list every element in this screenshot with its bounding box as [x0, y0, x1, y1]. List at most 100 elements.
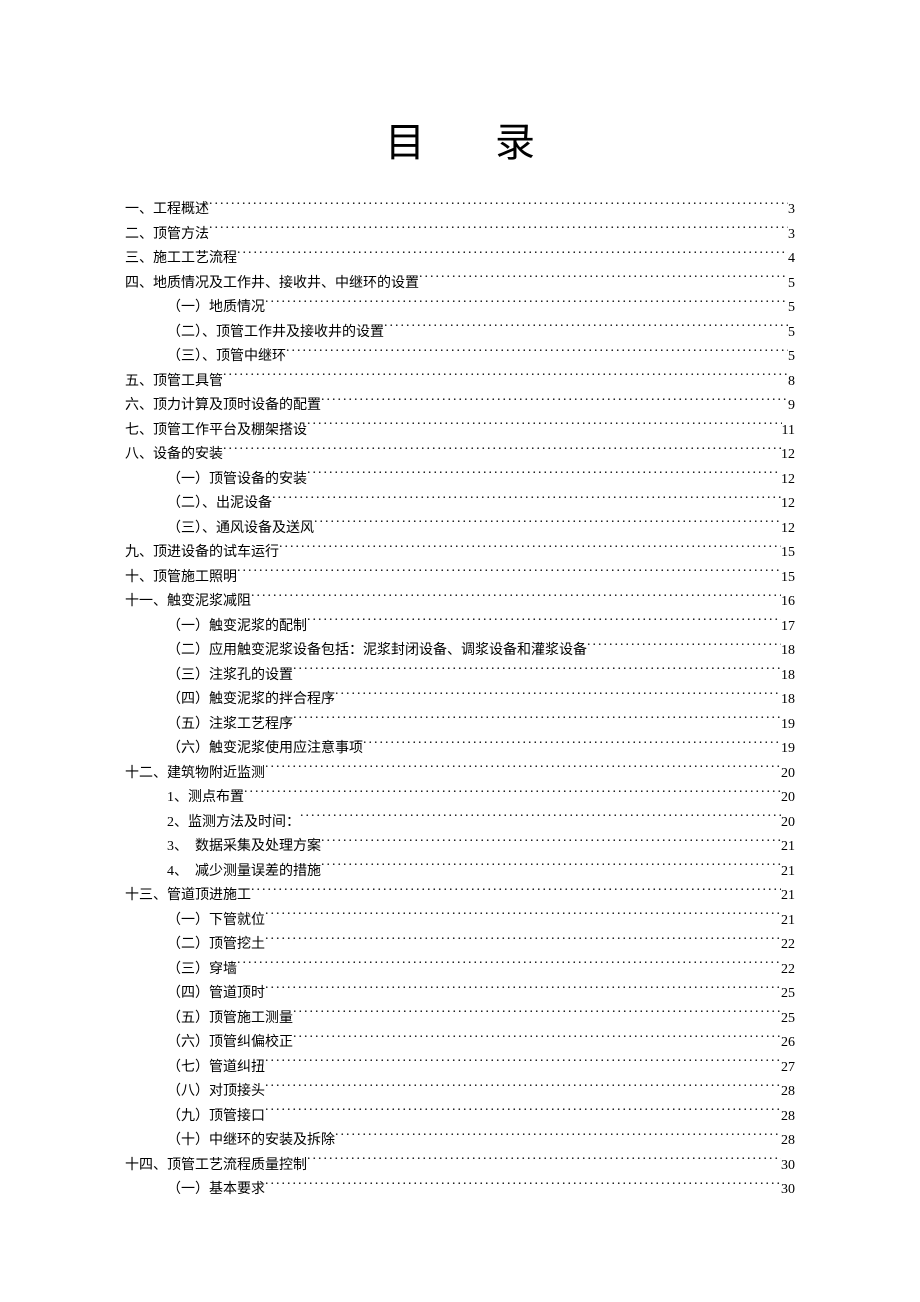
toc-entry-page: 25 [781, 982, 795, 1007]
toc-leader-dots [307, 1155, 781, 1169]
toc-entry-label: 3、 数据采集及处理方案 [167, 835, 321, 860]
toc-leader-dots [307, 469, 781, 483]
toc-entry: （一）下管就位 21 [125, 909, 795, 934]
toc-entry-label: （一）触变泥浆的配制 [167, 615, 307, 640]
toc-entry-label: （二）顶管挖土 [167, 933, 265, 958]
toc-leader-dots [293, 1032, 781, 1046]
toc-entry: 一、工程概述3 [125, 198, 795, 223]
toc-leader-dots [587, 640, 781, 654]
toc-leader-dots [419, 273, 788, 287]
toc-entry-page: 15 [781, 566, 795, 591]
toc-entry-label: 十四、顶管工艺流程质量控制 [125, 1154, 307, 1179]
toc-entry-label: （三）穿墙 [167, 958, 237, 983]
toc-entry: （八）对顶接头 28 [125, 1080, 795, 1105]
toc-entry: 二、顶管方法3 [125, 223, 795, 248]
toc-entry-page: 20 [781, 811, 795, 836]
toc-entry: 十一、触变泥浆减阻16 [125, 590, 795, 615]
toc-entry-page: 18 [781, 639, 795, 664]
toc-entry-label: （四）管道顶时 [167, 982, 265, 1007]
toc-entry: 三、施工工艺流程4 [125, 247, 795, 272]
toc-entry-page: 5 [788, 296, 795, 321]
toc-entry-label: （四）触变泥浆的拌合程序 [167, 688, 335, 713]
toc-entry-page: 18 [781, 688, 795, 713]
toc-entry-page: 5 [788, 272, 795, 297]
toc-entry-label: （三）注浆孔的设置 [167, 664, 293, 689]
toc-entry-label: 二、顶管方法 [125, 223, 209, 248]
toc-entry: 四、地质情况及工作井、接收井、中继环的设置 5 [125, 272, 795, 297]
toc-entry-page: 5 [788, 345, 795, 370]
toc-entry-label: 九、顶进设备的试车运行 [125, 541, 279, 566]
table-of-contents: 一、工程概述3二、顶管方法3三、施工工艺流程4四、地质情况及工作井、接收井、中继… [125, 198, 795, 1203]
toc-entry-page: 16 [781, 590, 795, 615]
toc-leader-dots [384, 322, 788, 336]
toc-leader-dots [265, 934, 781, 948]
toc-entry-label: 4、 减少测量误差的措施 [167, 860, 321, 885]
toc-entry-label: 1、测点布置 [167, 786, 244, 811]
toc-leader-dots [265, 1106, 781, 1120]
toc-leader-dots [251, 591, 781, 605]
toc-leader-dots [293, 714, 781, 728]
toc-entry-label: （三）、顶管中继环 [167, 345, 286, 370]
toc-entry: （六）顶管纠偏校正26 [125, 1031, 795, 1056]
toc-entry-page: 22 [781, 933, 795, 958]
toc-entry-page: 21 [781, 909, 795, 934]
toc-leader-dots [293, 665, 781, 679]
toc-entry: （四）触变泥浆的拌合程序 18 [125, 688, 795, 713]
toc-entry-page: 30 [781, 1154, 795, 1179]
toc-entry: 六、顶力计算及顶时设备的配置9 [125, 394, 795, 419]
toc-entry-page: 12 [781, 517, 795, 542]
toc-entry: （二）、顶管工作井及接收井的设置5 [125, 321, 795, 346]
toc-entry-label: （一）地质情况 [167, 296, 265, 321]
toc-entry: （二）顶管挖土 22 [125, 933, 795, 958]
toc-entry-label: 2、监测方法及时间： [167, 811, 300, 836]
toc-entry: （一）触变泥浆的配制 17 [125, 615, 795, 640]
toc-entry-page: 22 [781, 958, 795, 983]
toc-leader-dots [314, 518, 781, 532]
toc-entry-page: 27 [781, 1056, 795, 1081]
toc-leader-dots [265, 983, 781, 997]
toc-leader-dots [265, 763, 781, 777]
toc-entry-page: 21 [781, 860, 795, 885]
toc-leader-dots [321, 836, 781, 850]
toc-entry-page: 28 [781, 1080, 795, 1105]
toc-entry-label: 三、施工工艺流程 [125, 247, 237, 272]
toc-entry-page: 17 [781, 615, 795, 640]
toc-entry-label: （一）基本要求 [167, 1178, 265, 1203]
toc-entry: 十二、建筑物附近监测20 [125, 762, 795, 787]
toc-entry: （一）地质情况 5 [125, 296, 795, 321]
toc-leader-dots [363, 738, 781, 752]
toc-entry-label: 六、顶力计算及顶时设备的配置 [125, 394, 321, 419]
toc-entry-label: （五）顶管施工测量 [167, 1007, 293, 1032]
toc-entry: （一）顶管设备的安装12 [125, 468, 795, 493]
toc-entry-label: 十三、管道顶进施工 [125, 884, 251, 909]
toc-entry-page: 21 [781, 835, 795, 860]
toc-leader-dots [237, 567, 781, 581]
toc-entry: （三）穿墙 22 [125, 958, 795, 983]
toc-entry: 2、监测方法及时间： 20 [125, 811, 795, 836]
toc-entry-page: 21 [781, 884, 795, 909]
toc-leader-dots [279, 542, 781, 556]
toc-entry: （五）注浆工艺程序19 [125, 713, 795, 738]
toc-leader-dots [335, 1130, 781, 1144]
toc-leader-dots [286, 346, 788, 360]
toc-entry: 4、 减少测量误差的措施 21 [125, 860, 795, 885]
toc-entry-label: 四、地质情况及工作井、接收井、中继环的设置 [125, 272, 419, 297]
toc-entry: 五、顶管工具管8 [125, 370, 795, 395]
toc-leader-dots [265, 297, 788, 311]
toc-entry-label: 七、顶管工作平台及棚架搭设 [125, 419, 307, 444]
toc-entry-page: 18 [781, 664, 795, 689]
toc-entry: 十三、管道顶进施工 21 [125, 884, 795, 909]
toc-leader-dots [223, 371, 788, 385]
toc-leader-dots [307, 420, 782, 434]
toc-entry-label: （一）下管就位 [167, 909, 265, 934]
toc-leader-dots [265, 1057, 781, 1071]
toc-leader-dots [237, 248, 788, 262]
toc-leader-dots [335, 689, 781, 703]
toc-entry: 八、设备的安装12 [125, 443, 795, 468]
toc-entry-page: 12 [781, 443, 795, 468]
toc-leader-dots [265, 1081, 781, 1095]
toc-entry-label: 十、顶管施工照明 [125, 566, 237, 591]
toc-entry: （二）、出泥设备12 [125, 492, 795, 517]
toc-entry-label: （七）管道纠扭 [167, 1056, 265, 1081]
toc-entry-label: （八）对顶接头 [167, 1080, 265, 1105]
